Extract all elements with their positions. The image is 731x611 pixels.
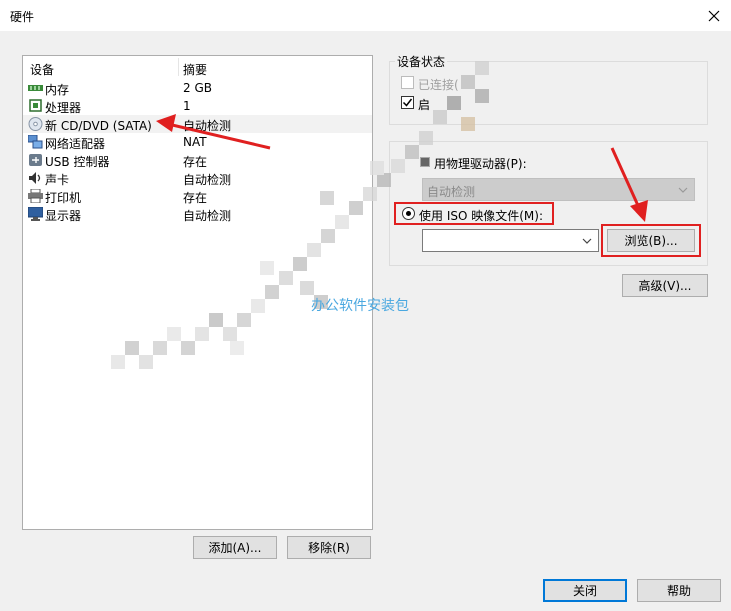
close-button[interactable]: 关闭 [543,579,627,602]
add-device-button[interactable]: 添加(A)... [193,536,277,559]
device-name: 显示器 [45,209,82,223]
device-name: 处理器 [45,101,82,115]
chevron-down-icon [582,238,592,244]
device-name: 网络适配器 [45,137,106,151]
device-column-header[interactable]: 设备 [30,61,54,78]
device-name: 内存 [45,83,70,97]
memory-icon [28,85,43,91]
cpu-icon [29,99,42,112]
network-adapter-icon [28,135,43,149]
usb-icon [29,154,42,166]
title-bar: 硬件 [0,0,731,31]
mosaic-overlay [111,61,489,369]
device-name: USB 控制器 [45,155,110,169]
help-button[interactable]: 帮助 [637,579,721,602]
remove-device-button[interactable]: 移除(R) [287,536,371,559]
watermark-text: 办公软件安装包 [311,298,409,314]
cd-dvd-icon [28,117,43,131]
advanced-button[interactable]: 高级(V)... [622,274,708,297]
close-icon [708,10,720,21]
window-close-button[interactable] [697,0,731,31]
device-name: 声卡 [45,173,70,187]
printer-icon [28,189,43,203]
display-icon [28,207,43,221]
window-title: 硬件 [10,10,35,24]
browse-highlight-box [601,224,701,257]
dialog-body: 设备 摘要 内存 2 GB 处理器 1 新 CD/DVD (SATA) 自动检测… [0,31,731,611]
sound-card-icon [29,172,41,184]
chevron-down-icon [678,187,688,193]
device-name: 打印机 [45,191,82,205]
